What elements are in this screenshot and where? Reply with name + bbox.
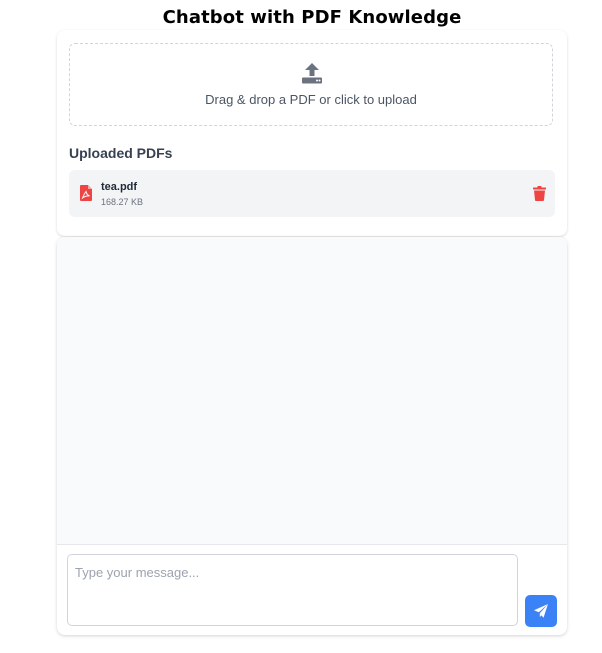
upload-icon <box>302 63 322 84</box>
pdf-dropzone[interactable]: Drag & drop a PDF or click to upload <box>69 43 553 126</box>
chat-panel <box>57 237 567 635</box>
dropzone-text: Drag & drop a PDF or click to upload <box>205 92 417 107</box>
file-name: tea.pdf <box>101 181 138 193</box>
uploaded-pdfs-title: Uploaded PDFs <box>69 145 173 161</box>
page-title: Chatbot with PDF Knowledge <box>162 7 462 28</box>
trash-icon[interactable] <box>533 186 546 201</box>
page: Chatbot with PDF Knowledge Drag & drop a… <box>0 0 602 653</box>
paper-plane-icon <box>534 604 548 618</box>
pdf-file-icon <box>80 185 92 201</box>
messages-area[interactable] <box>57 237 567 545</box>
file-item: tea.pdf 168.27 KB <box>69 170 555 217</box>
send-button[interactable] <box>525 595 557 627</box>
message-input[interactable] <box>67 554 518 626</box>
file-size: 168.27 KB <box>101 197 144 207</box>
upload-card: Drag & drop a PDF or click to upload Upl… <box>57 30 567 236</box>
